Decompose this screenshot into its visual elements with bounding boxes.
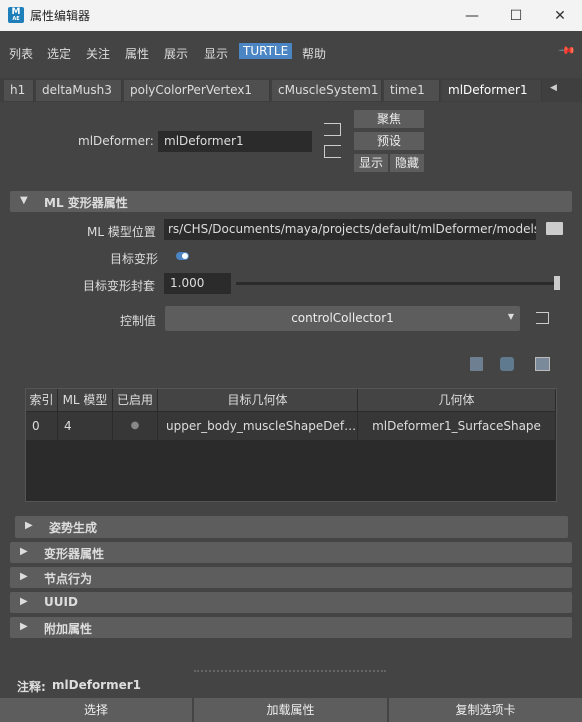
show-button[interactable]: 显示 [354,154,388,172]
target-deform-toggle[interactable] [176,252,189,260]
collapsed-triangle-icon: ▶ [25,520,33,531]
target-envelope-field[interactable]: 1.000 [164,273,231,294]
menu-select[interactable]: 选定 [47,45,71,62]
target-deform-label: 目标变形 [110,252,159,266]
chevron-down-icon: ▼ [507,312,514,321]
section-uuid[interactable]: ▶ UUID [10,592,572,613]
section-title: 姿势生成 [49,521,98,535]
presets-button[interactable]: 预设 [354,132,424,150]
col-header-ml-model[interactable]: ML 模型 [58,389,113,411]
link-icon[interactable] [500,357,514,371]
node-name-field[interactable]: mlDeformer1 [158,131,312,152]
maximize-icon: ☐ [509,7,523,24]
table-cell-index[interactable]: 0 [26,412,58,440]
maya-app-icon: M AE [8,7,24,23]
section-ml-deformer-attributes[interactable]: ▼ ML 变形器属性 [10,191,572,212]
pin-icon[interactable]: 📌 [557,41,576,60]
tab-h1[interactable]: h1 [4,80,34,101]
section-title: UUID [44,595,78,609]
node-type-label: mlDeformer: [78,134,154,148]
col-header-target-geometry[interactable]: 目标几何体 [158,389,358,411]
maximize-button[interactable]: ☐ [496,0,536,31]
collapsed-triangle-icon: ▶ [20,546,28,557]
collapsed-triangle-icon: ▶ [20,571,28,582]
menu-display[interactable]: 展示 [164,45,188,62]
section-extra-attributes[interactable]: ▶ 附加属性 [10,617,572,638]
section-title: 变形器属性 [44,547,105,561]
focus-button[interactable]: 聚焦 [354,110,424,128]
close-icon: ✕ [554,7,566,24]
table-cell-geometry[interactable]: mlDeformer1_SurfaceShape [358,412,556,440]
section-title: 节点行为 [44,572,93,586]
model-path-field[interactable]: rs/CHS/Documents/maya/projects/default/m… [164,219,536,240]
window-titlebar: M AE 属性编辑器 — ☐ ✕ [0,0,582,31]
menu-focus[interactable]: 关注 [86,45,110,62]
close-button[interactable]: ✕ [540,0,580,31]
table-cell-model[interactable]: 4 [58,412,113,440]
menu-attributes[interactable]: 属性 [125,45,149,62]
target-envelope-label: 目标变形封套 [83,279,156,293]
section-title: 附加属性 [44,622,93,636]
section-deformer-attributes[interactable]: ▶ 变形器属性 [10,542,572,563]
table-cell-enabled[interactable]: ● [113,412,158,440]
menu-list[interactable]: 列表 [9,45,33,62]
focus-input-icon[interactable] [324,123,341,136]
control-connect-icon[interactable] [536,312,549,324]
copy-tab-button[interactable]: 复制选项卡 [389,698,582,722]
tab-mldeformer1[interactable]: mlDeformer1 [442,80,542,101]
tab-polycolorpervertex1[interactable]: polyColorPerVertex1 [124,80,270,101]
col-header-geometry[interactable]: 几何体 [358,389,556,411]
splitter-handle[interactable] [194,670,386,672]
notes-value: mlDeformer1 [52,678,142,692]
minimize-button[interactable]: — [452,0,492,31]
tab-deltamush3[interactable]: deltaMush3 [36,80,122,101]
col-header-enabled[interactable]: 已启用 [113,389,158,411]
menu-help[interactable]: 帮助 [302,45,326,62]
model-path-label: ML 模型位置 [87,225,156,239]
load-attributes-button[interactable]: 加载属性 [194,698,387,722]
menu-show[interactable]: 显示 [204,45,228,62]
select-button[interactable]: 选择 [0,698,192,722]
folder-icon[interactable] [546,222,563,235]
section-title: ML 变形器属性 [44,196,128,210]
tab-time1[interactable]: time1 [384,80,440,101]
control-value-label: 控制值 [120,314,157,328]
section-pose-generation[interactable]: ▶ 姿势生成 [15,516,568,538]
hide-button[interactable]: 隐藏 [390,154,424,172]
table-cell-target[interactable]: upper_body_muscleShapeDef… [158,412,358,440]
expanded-triangle-icon: ▼ [20,195,28,206]
focus-output-icon[interactable] [324,145,341,158]
control-value-dropdown[interactable]: controlCollector1 ▼ [165,306,520,331]
collapsed-triangle-icon: ▶ [20,596,28,607]
notes-label: 注释: [17,680,46,694]
add-row-icon[interactable] [470,357,483,371]
collapsed-triangle-icon: ▶ [20,621,28,632]
target-envelope-slider-handle[interactable] [554,276,560,290]
menu-turtle[interactable]: TURTLE [239,43,293,59]
section-node-behavior[interactable]: ▶ 节点行为 [10,567,572,588]
control-value-text: controlCollector1 [291,311,394,325]
col-header-index[interactable]: 索引 [26,389,58,411]
tab-scroll-left-icon[interactable]: ◀ [550,83,557,93]
target-envelope-slider-track[interactable] [236,282,560,285]
minimize-icon: — [465,7,479,24]
tab-cmusclesystem1[interactable]: cMuscleSystem1 [272,80,382,101]
app-icon-sub: AE [12,16,20,22]
window-title: 属性编辑器 [30,9,91,23]
table-view-icon[interactable] [535,357,550,371]
